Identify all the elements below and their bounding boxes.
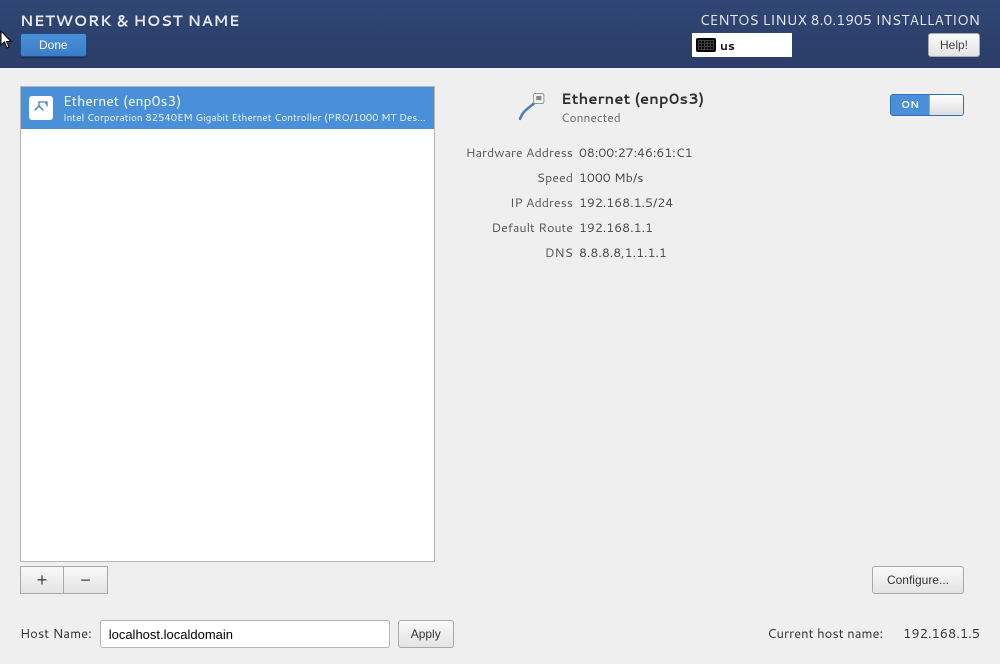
toggle-on-label: ON xyxy=(891,95,929,115)
device-list[interactable]: Ethernet (enp0s3) Intel Corporation 8254… xyxy=(20,86,435,562)
device-list-item-subtitle: Intel Corporation 82540EM Gigabit Ethern… xyxy=(63,111,426,125)
footer: Host Name: Apply Current host name: 192.… xyxy=(0,604,1000,664)
connection-status: Connected xyxy=(561,109,704,126)
connection-panel: Ethernet (enp0s3) Connected ON Hardware … xyxy=(455,86,980,594)
device-list-toolbar: + − xyxy=(20,566,435,594)
host-name-input[interactable] xyxy=(100,620,390,648)
default-route-value: 192.168.1.1 xyxy=(579,219,980,237)
apply-button[interactable]: Apply xyxy=(398,620,454,648)
done-button[interactable]: Done xyxy=(20,33,87,57)
keyboard-layout-text: us xyxy=(720,37,735,54)
current-host-label: Current host name: xyxy=(767,625,883,643)
product-title: CENTOS LINUX 8.0.1905 INSTALLATION xyxy=(700,10,980,30)
default-route-label: Default Route xyxy=(455,219,573,237)
remove-device-button[interactable]: − xyxy=(64,566,108,594)
hw-address-value: 08:00:27:46:61:C1 xyxy=(579,144,980,162)
device-list-item-title: Ethernet (enp0s3) xyxy=(63,91,426,111)
device-panel: Ethernet (enp0s3) Intel Corporation 8254… xyxy=(20,86,435,594)
toggle-knob xyxy=(929,95,963,115)
dns-label: DNS xyxy=(455,244,573,262)
hw-address-label: Hardware Address xyxy=(455,144,573,162)
ip-address-label: IP Address xyxy=(455,194,573,212)
speed-value: 1000 Mb/s xyxy=(579,169,980,187)
connection-toggle[interactable]: ON xyxy=(890,94,964,116)
network-icon xyxy=(29,96,53,120)
ip-address-value: 192.168.1.5/24 xyxy=(579,194,980,212)
configure-button[interactable]: Configure... xyxy=(872,566,964,594)
main-content: Ethernet (enp0s3) Intel Corporation 8254… xyxy=(0,68,1000,604)
device-list-item-text: Ethernet (enp0s3) Intel Corporation 8254… xyxy=(63,91,426,125)
dns-value: 8.8.8.8,1.1.1.1 xyxy=(579,244,980,262)
keyboard-icon xyxy=(696,38,716,52)
connection-title: Ethernet (enp0s3) xyxy=(561,88,704,109)
speed-label: Speed xyxy=(455,169,573,187)
page-title: NETWORK & HOST NAME xyxy=(20,10,240,31)
current-host-value: 192.168.1.5 xyxy=(903,625,980,643)
connection-details: Hardware Address 08:00:27:46:61:C1 Speed… xyxy=(455,144,980,262)
host-name-label: Host Name: xyxy=(20,625,92,643)
add-device-button[interactable]: + xyxy=(20,566,64,594)
ethernet-icon xyxy=(515,90,549,124)
keyboard-layout-indicator[interactable]: us xyxy=(692,33,792,57)
device-list-item[interactable]: Ethernet (enp0s3) Intel Corporation 8254… xyxy=(21,87,434,129)
header: NETWORK & HOST NAME CENTOS LINUX 8.0.190… xyxy=(0,0,1000,68)
help-button[interactable]: Help! xyxy=(928,33,980,57)
